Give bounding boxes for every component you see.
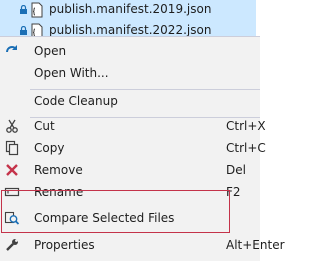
menu-item-label: Properties (34, 238, 95, 252)
json-file-icon (31, 2, 43, 18)
menu-item-shortcut: Del (226, 163, 246, 177)
annotation-highlight-box (1, 190, 230, 233)
menu-item-open-with[interactable]: Open With... (0, 62, 260, 84)
menu-item-label: Code Cleanup (34, 94, 118, 108)
menu-item-code-cleanup[interactable]: Code Cleanup (0, 90, 260, 112)
menu-item-shortcut: Alt+Enter (226, 238, 285, 252)
menu-item-copy[interactable]: Copy Ctrl+C (0, 137, 266, 159)
menu-item-label: Cut (34, 119, 55, 133)
file-name: publish.manifest.2022.json (49, 23, 212, 37)
menu-item-remove[interactable]: Remove Del (0, 159, 260, 181)
file-row[interactable]: publish.manifest.2019.json (0, 0, 256, 21)
menu-item-properties[interactable]: Properties Alt+Enter (0, 234, 285, 256)
remove-x-icon (6, 164, 18, 176)
wrench-icon (6, 239, 18, 251)
menu-item-label: Open With... (34, 66, 109, 80)
menu-item-shortcut: Ctrl+X (226, 119, 266, 133)
menu-item-open[interactable]: Open (0, 40, 260, 62)
menu-item-cut[interactable]: Cut Ctrl+X (0, 115, 266, 137)
menu-item-label: Copy (34, 141, 65, 155)
copy-icon (5, 140, 19, 156)
menu-item-shortcut: Ctrl+C (226, 141, 266, 155)
solution-explorer: publish.manifest.2019.json publish.manif… (0, 0, 256, 40)
file-name: publish.manifest.2019.json (49, 2, 212, 16)
menu-item-label: Open (34, 44, 67, 58)
lock-icon (20, 26, 27, 35)
menu-item-label: Remove (34, 163, 83, 177)
open-arrow-icon (6, 45, 17, 53)
scissors-icon (6, 119, 18, 133)
lock-icon (20, 5, 27, 14)
